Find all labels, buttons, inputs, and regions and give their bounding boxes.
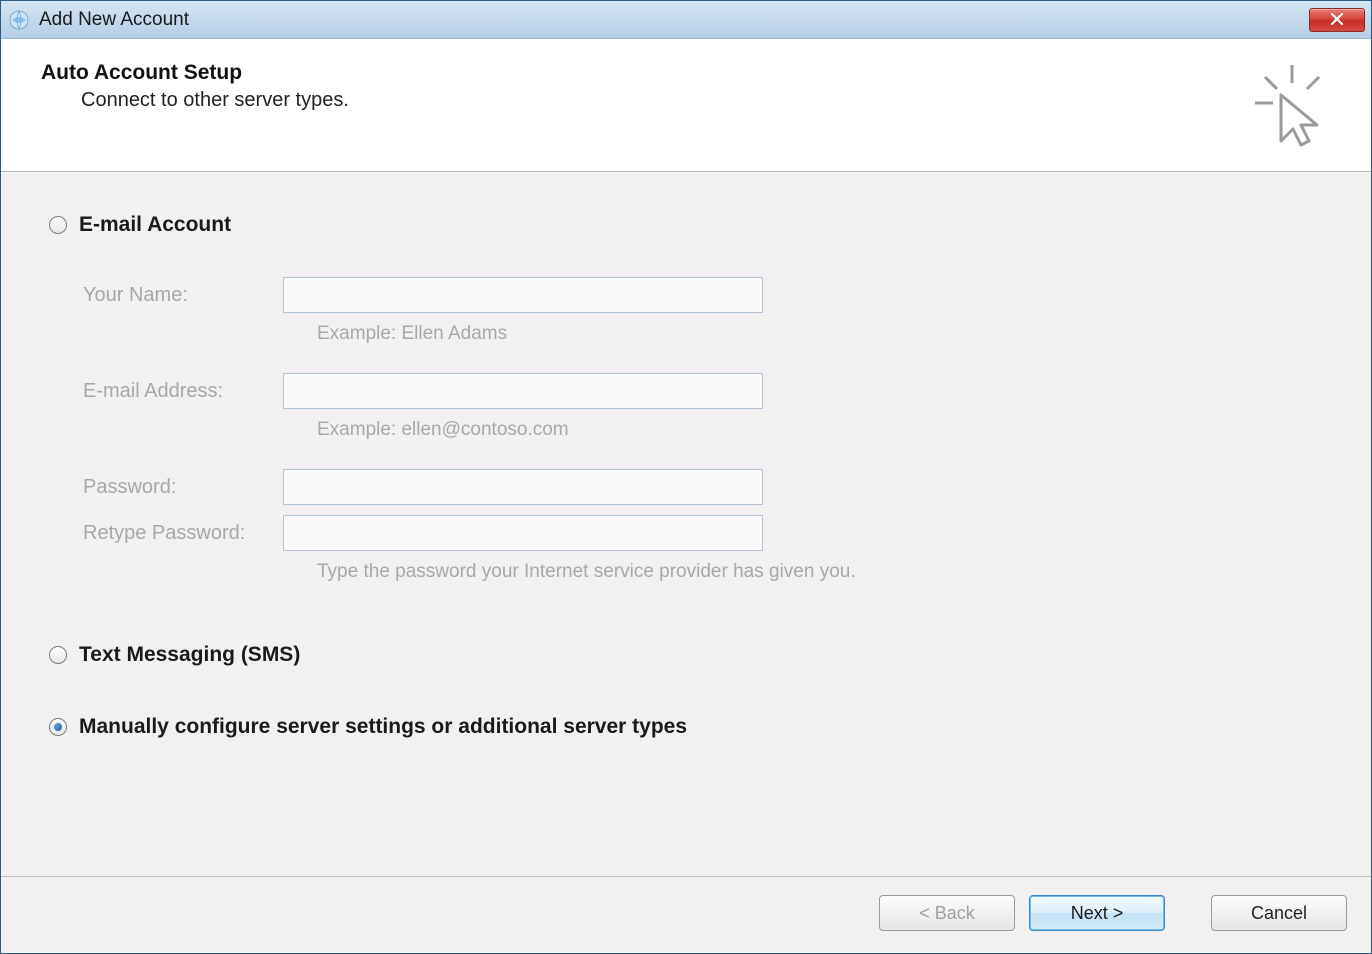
cancel-button[interactable]: Cancel (1211, 895, 1347, 931)
email-form: Your Name: Example: Ellen Adams E-mail A… (83, 277, 1333, 583)
close-button[interactable] (1309, 8, 1365, 32)
radio-icon (49, 646, 67, 664)
wizard-title: Auto Account Setup (41, 61, 1247, 85)
wizard-body: E-mail Account Your Name: Example: Ellen… (1, 172, 1371, 876)
email-address-hint: Example: ellen@contoso.com (317, 419, 569, 441)
option-manual-label: Manually configure server settings or ad… (79, 715, 687, 739)
option-sms[interactable]: Text Messaging (SMS) (49, 643, 1333, 667)
wizard-subtitle: Connect to other server types. (81, 89, 1247, 112)
titlebar: Add New Account (1, 1, 1371, 39)
radio-icon (49, 216, 67, 234)
app-icon (9, 10, 29, 30)
add-account-window: Add New Account Auto Account Setup Conne… (0, 0, 1372, 954)
password-hint: Type the password your Internet service … (317, 561, 856, 583)
wizard-footer: < Back Next > Cancel (1, 876, 1371, 953)
retype-password-label: Retype Password: (83, 522, 283, 545)
window-title: Add New Account (39, 9, 189, 31)
password-label: Password: (83, 476, 283, 499)
option-email-label: E-mail Account (79, 213, 231, 237)
email-address-label: E-mail Address: (83, 380, 283, 403)
close-icon (1330, 12, 1344, 28)
your-name-hint: Example: Ellen Adams (317, 323, 507, 345)
wizard-header: Auto Account Setup Connect to other serv… (1, 39, 1371, 172)
your-name-label: Your Name: (83, 284, 283, 307)
password-input (283, 469, 763, 505)
cursor-click-icon (1247, 61, 1337, 151)
next-button[interactable]: Next > (1029, 895, 1165, 931)
option-sms-label: Text Messaging (SMS) (79, 643, 300, 667)
retype-password-input (283, 515, 763, 551)
back-button: < Back (879, 895, 1015, 931)
option-manual-config[interactable]: Manually configure server settings or ad… (49, 715, 1333, 739)
option-email-account[interactable]: E-mail Account (49, 213, 1333, 237)
your-name-input (283, 277, 763, 313)
radio-icon (49, 718, 67, 736)
email-address-input (283, 373, 763, 409)
